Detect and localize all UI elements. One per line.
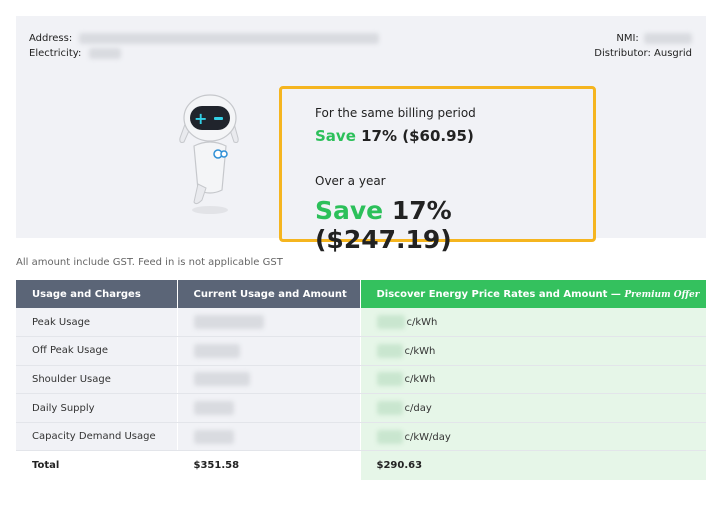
offer-rate-unit: c/day — [404, 403, 432, 415]
table-row: Daily Supply c/day — [16, 393, 706, 423]
offer-rate-unit: c/kWh — [406, 317, 438, 329]
meter-details: NMI: Distributor: Ausgrid — [594, 31, 692, 61]
offer-rate: c/kWh — [360, 365, 706, 395]
current-value-redacted — [177, 365, 361, 395]
col-discover-offer-label: Discover Energy Price Rates and Amount — — [376, 288, 621, 300]
offer-rate: c/kWh — [360, 308, 706, 338]
offer-rate-unit: c/kWh — [404, 374, 436, 386]
account-details: Address: Electricity: — [29, 31, 380, 61]
svg-text:+: + — [194, 109, 207, 128]
offer-rate: c/kWh — [360, 336, 706, 366]
row-label: Off Peak Usage — [16, 336, 178, 366]
electricity-value-redacted — [88, 47, 121, 59]
savings-highlight-box: For the same billing period Save 17% ($6… — [279, 86, 596, 254]
row-label: Daily Supply — [16, 393, 178, 423]
nmi-value-redacted — [644, 32, 692, 44]
table-row: Peak Usage c/kWh — [16, 308, 706, 338]
nmi-label: NMI: — [616, 33, 639, 44]
col-current-usage: Current Usage and Amount — [177, 280, 361, 308]
current-value-redacted — [177, 422, 361, 452]
total-current-amount: $351.58 — [177, 450, 361, 480]
current-value-redacted — [177, 308, 361, 338]
table-row: Capacity Demand Usage c/kW/day — [16, 422, 706, 452]
row-label: Peak Usage — [16, 308, 178, 338]
save-word: Save — [315, 127, 356, 145]
billing-period-amount: 17% ($60.95) — [361, 127, 474, 145]
col-discover-offer: Discover Energy Price Rates and Amount —… — [360, 280, 706, 308]
save-word-large: Save — [315, 196, 384, 225]
yearly-label: Over a year — [315, 174, 386, 188]
col-usage-and-charges: Usage and Charges — [16, 280, 178, 308]
table-header-row: Usage and Charges Current Usage and Amou… — [16, 280, 706, 308]
offer-rate-unit: c/kW/day — [404, 431, 451, 443]
usage-comparison-table: Usage and Charges Current Usage and Amou… — [16, 280, 706, 480]
offer-rate-unit: c/kWh — [404, 345, 436, 357]
table-row: Shoulder Usage c/kWh — [16, 365, 706, 395]
address-value-redacted — [79, 32, 380, 44]
billing-period-label: For the same billing period — [315, 106, 476, 120]
distributor-label: Distributor: — [594, 48, 651, 59]
yearly-savings: Save 17% ($247.19) — [315, 196, 593, 254]
gst-note: All amount include GST. Feed in is not a… — [16, 257, 283, 268]
premium-offer-label: Premium Offer — [624, 289, 700, 300]
billing-period-savings: Save 17% ($60.95) — [315, 127, 474, 145]
offer-rate: c/day — [360, 393, 706, 423]
total-offer-amount: $290.63 — [360, 450, 706, 480]
total-label: Total — [16, 450, 178, 480]
current-value-redacted — [177, 393, 361, 423]
distributor-value: Ausgrid — [654, 48, 692, 59]
total-row: Total $351.58 $290.63 — [16, 450, 706, 480]
table-row: Off Peak Usage c/kWh — [16, 336, 706, 366]
electricity-label: Electricity: — [29, 48, 82, 59]
address-label: Address: — [29, 33, 73, 44]
robot-mascot-icon: + — [179, 94, 239, 214]
row-label: Capacity Demand Usage — [16, 422, 178, 452]
current-value-redacted — [177, 336, 361, 366]
row-label: Shoulder Usage — [16, 365, 178, 395]
plan-summary-card: Address: Electricity: NMI: Distributor: … — [16, 16, 706, 254]
offer-rate: c/kW/day — [360, 422, 706, 452]
